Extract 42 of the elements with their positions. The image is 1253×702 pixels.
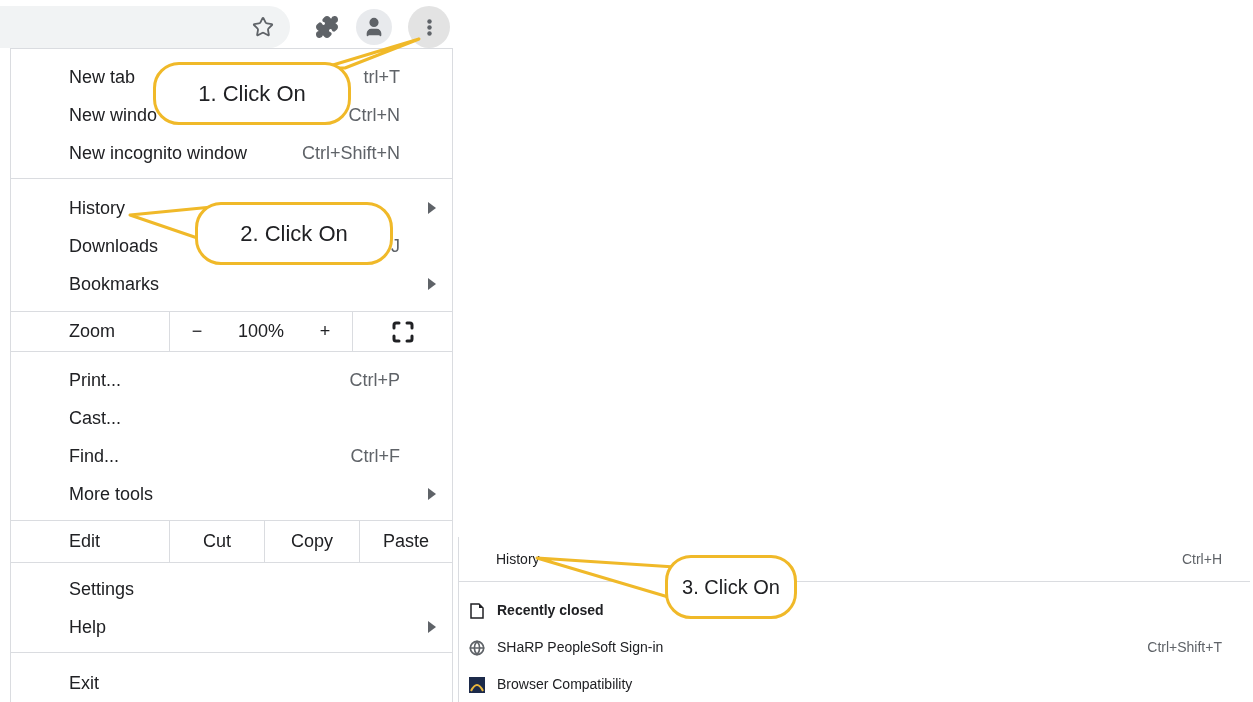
menu-item[interactable]: Exit bbox=[69, 669, 99, 697]
edit-action-button[interactable]: Cut bbox=[169, 521, 264, 562]
menu-item[interactable]: Help bbox=[69, 613, 107, 641]
bookmark-star-icon[interactable] bbox=[252, 16, 274, 38]
zoom-level: 100% bbox=[237, 320, 284, 343]
menu-item[interactable]: Browser Compatibility bbox=[497, 674, 633, 695]
shortcut-text: Ctrl+P bbox=[349, 368, 400, 392]
menu-button[interactable] bbox=[408, 6, 450, 48]
zoom-out-button[interactable]: − bbox=[183, 318, 211, 345]
shortcut-text: Ctrl+Shift+N bbox=[301, 141, 400, 165]
menu-item[interactable]: New incognito window bbox=[69, 139, 248, 167]
shortcut-text: Ctrl+F bbox=[350, 444, 400, 468]
fullscreen-icon[interactable] bbox=[390, 319, 415, 344]
menu-item[interactable]: History bbox=[69, 194, 125, 222]
site-favicon-icon bbox=[469, 676, 485, 693]
menu-icon bbox=[426, 18, 432, 36]
menu-item[interactable]: Bookmarks bbox=[69, 270, 160, 298]
callout-bubble: 3. Click On bbox=[665, 555, 797, 619]
profile-button[interactable] bbox=[356, 9, 392, 45]
edit-action-button[interactable]: Paste bbox=[359, 521, 452, 562]
zoom-in-button[interactable]: + bbox=[311, 318, 339, 345]
menu-item[interactable]: Find... bbox=[69, 442, 120, 470]
puzzle-icon[interactable] bbox=[315, 15, 339, 39]
shortcut-text: trl+T bbox=[363, 65, 400, 89]
menu-item[interactable]: History bbox=[496, 548, 540, 570]
menu-item[interactable]: SHaRP PeopleSoft Sign-in bbox=[497, 637, 664, 658]
section-heading: Recently closed bbox=[497, 601, 604, 620]
shortcut-text: Ctrl+Shift+T bbox=[1147, 638, 1222, 657]
shortcut-text: Ctrl+H bbox=[1181, 549, 1222, 569]
menu-item[interactable]: Settings bbox=[69, 575, 135, 603]
menu-item[interactable]: More tools bbox=[69, 480, 154, 508]
tab-icon bbox=[470, 602, 484, 619]
edit-action-button[interactable]: Copy bbox=[264, 521, 359, 562]
globe-icon bbox=[469, 639, 485, 656]
menu-item[interactable]: Cast... bbox=[69, 404, 121, 432]
menu-item[interactable]: Print... bbox=[69, 366, 121, 394]
zoom-label: Zoom bbox=[68, 320, 116, 343]
menu-item[interactable]: New tab bbox=[69, 63, 136, 91]
menu-item[interactable]: Downloads bbox=[69, 232, 159, 260]
edit-label: Edit bbox=[68, 530, 102, 553]
shortcut-text: Ctrl+N bbox=[348, 103, 400, 127]
shortcut-text: J bbox=[391, 234, 400, 258]
